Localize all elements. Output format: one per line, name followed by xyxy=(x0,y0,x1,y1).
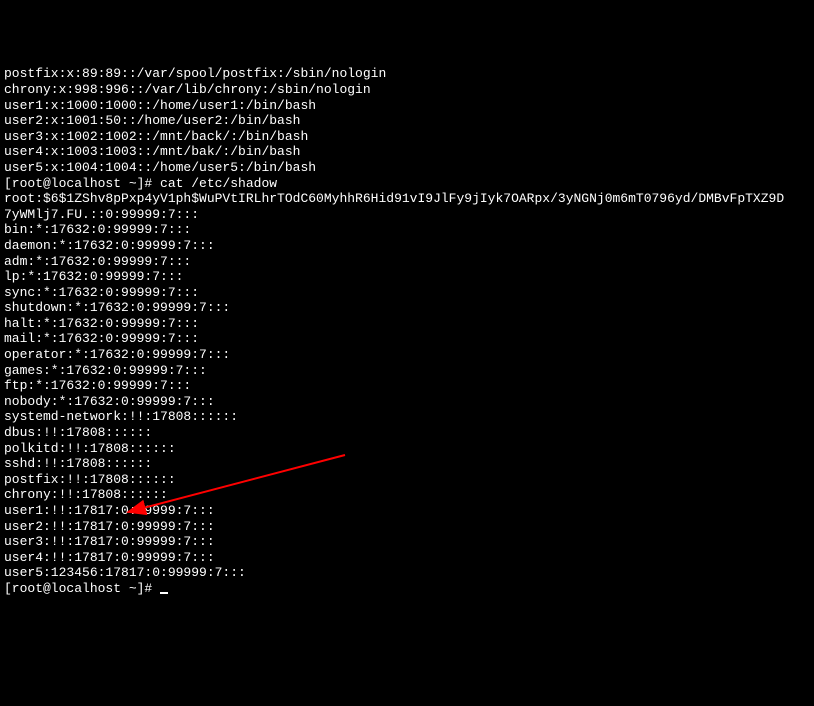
shadow-line: halt:*:17632:0:99999:7::: xyxy=(4,316,810,332)
shadow-line: postfix:!!:17808:::::: xyxy=(4,472,810,488)
shadow-line: lp:*:17632:0:99999:7::: xyxy=(4,269,810,285)
shadow-line: polkitd:!!:17808:::::: xyxy=(4,441,810,457)
shell-prompt[interactable]: [root@localhost ~]# xyxy=(4,581,810,597)
shadow-line: user2:!!:17817:0:99999:7::: xyxy=(4,519,810,535)
shadow-line: root:$6$1ZShv8pPxp4yV1ph$WuPVtIRLhrTOdC6… xyxy=(4,191,810,207)
terminal-output[interactable]: postfix:x:89:89::/var/spool/postfix:/sbi… xyxy=(4,66,810,596)
prompt-text: [root@localhost ~]# xyxy=(4,176,160,191)
passwd-line: chrony:x:998:996::/var/lib/chrony:/sbin/… xyxy=(4,82,810,98)
passwd-line: user5:x:1004:1004::/home/user5:/bin/bash xyxy=(4,160,810,176)
shadow-line: user3:!!:17817:0:99999:7::: xyxy=(4,534,810,550)
shadow-line: daemon:*:17632:0:99999:7::: xyxy=(4,238,810,254)
shadow-line: bin:*:17632:0:99999:7::: xyxy=(4,222,810,238)
prompt-text: [root@localhost ~]# xyxy=(4,581,160,596)
shadow-line: adm:*:17632:0:99999:7::: xyxy=(4,254,810,270)
shadow-line: mail:*:17632:0:99999:7::: xyxy=(4,331,810,347)
shadow-line: 7yWMlj7.FU.::0:99999:7::: xyxy=(4,207,810,223)
passwd-line: user2:x:1001:50::/home/user2:/bin/bash xyxy=(4,113,810,129)
shadow-line: sshd:!!:17808:::::: xyxy=(4,456,810,472)
shadow-line: games:*:17632:0:99999:7::: xyxy=(4,363,810,379)
shadow-line: dbus:!!:17808:::::: xyxy=(4,425,810,441)
shadow-line: nobody:*:17632:0:99999:7::: xyxy=(4,394,810,410)
shadow-line: chrony:!!:17808:::::: xyxy=(4,487,810,503)
passwd-line: user4:x:1003:1003::/mnt/bak/:/bin/bash xyxy=(4,144,810,160)
shell-prompt[interactable]: [root@localhost ~]# cat /etc/shadow xyxy=(4,176,810,192)
passwd-line: user1:x:1000:1000::/home/user1:/bin/bash xyxy=(4,98,810,114)
cursor xyxy=(160,592,168,594)
passwd-line: postfix:x:89:89::/var/spool/postfix:/sbi… xyxy=(4,66,810,82)
shadow-line: systemd-network:!!:17808:::::: xyxy=(4,409,810,425)
shadow-line: shutdown:*:17632:0:99999:7::: xyxy=(4,300,810,316)
shadow-line: user1:!!:17817:0:99999:7::: xyxy=(4,503,810,519)
shadow-line: sync:*:17632:0:99999:7::: xyxy=(4,285,810,301)
passwd-line: user3:x:1002:1002::/mnt/back/:/bin/bash xyxy=(4,129,810,145)
shadow-line: user4:!!:17817:0:99999:7::: xyxy=(4,550,810,566)
shadow-line: ftp:*:17632:0:99999:7::: xyxy=(4,378,810,394)
shadow-line: operator:*:17632:0:99999:7::: xyxy=(4,347,810,363)
shadow-line: user5:123456:17817:0:99999:7::: xyxy=(4,565,810,581)
command-text: cat /etc/shadow xyxy=(160,176,277,191)
